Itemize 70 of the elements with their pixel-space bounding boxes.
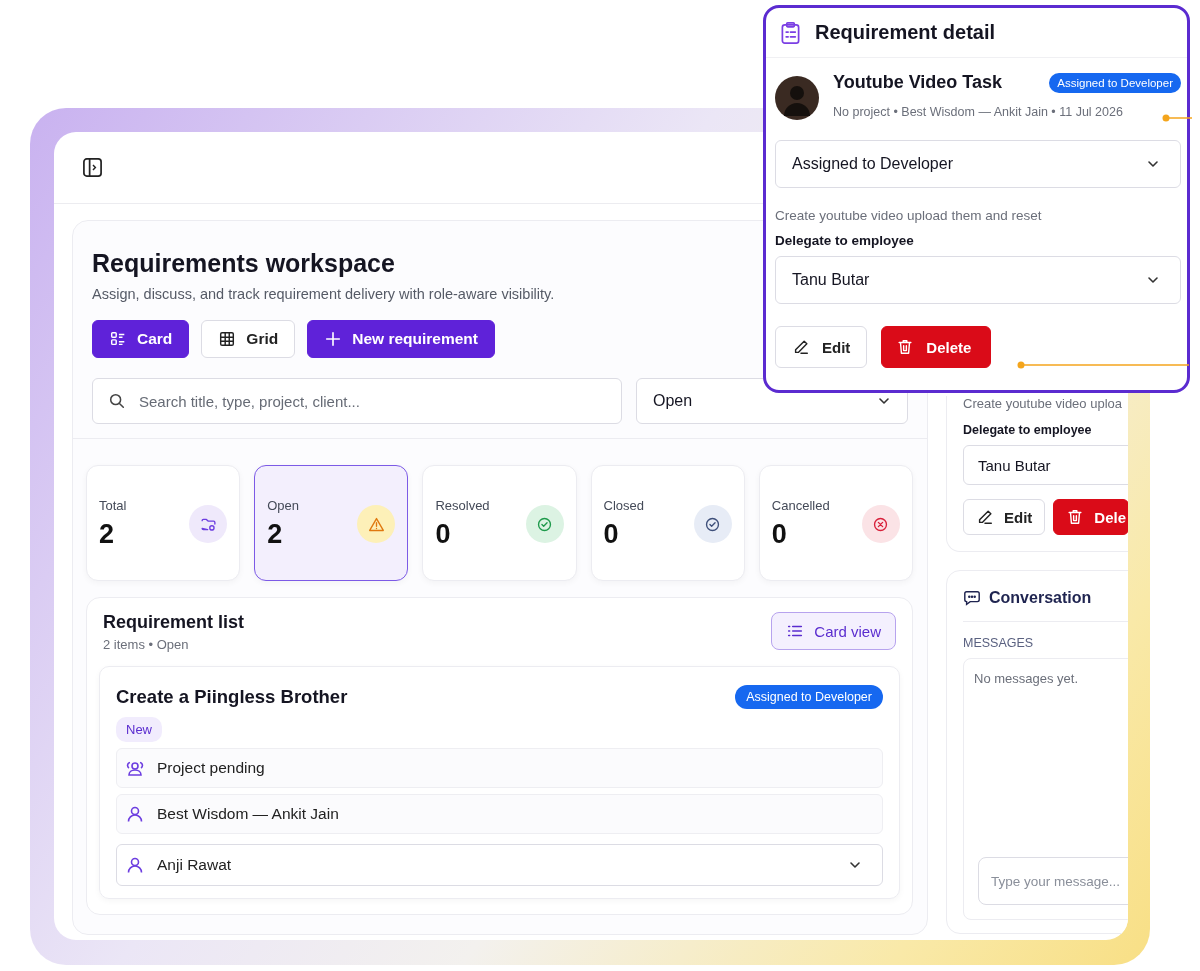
tag-label: New: [116, 717, 162, 742]
page-subtitle: Assign, discuss, and track requirement delivery with role-aware visibility.: [92, 286, 556, 302]
delete-button[interactable]: Delete: [881, 326, 992, 368]
row-text: Project pending: [157, 759, 265, 777]
stat-value: 2: [267, 519, 284, 550]
status-dropdown[interactable]: Assigned to Developer: [775, 140, 1181, 188]
stat-label: Resolved: [435, 498, 490, 513]
grid-icon: [218, 330, 237, 348]
stat-value: 2: [99, 519, 116, 550]
card-view-button[interactable]: Card view: [771, 612, 896, 650]
plus-icon: [324, 330, 343, 348]
row-text: Best Wisdom — Ankit Jain: [157, 805, 339, 823]
stat-label: Cancelled: [771, 498, 830, 513]
stat-label: Closed: [603, 498, 645, 513]
stat-card[interactable]: Cancelled 0: [758, 465, 913, 581]
assignee-dropdown[interactable]: Anji Rawat: [116, 844, 883, 886]
delegate-dropdown[interactable]: Tanu Butar: [963, 445, 1128, 485]
folder-icon: [189, 505, 228, 543]
stat-value: 0: [435, 519, 452, 550]
description-text: Create youtube video upload them and reset: [775, 208, 1043, 223]
trash-icon: [896, 338, 915, 356]
warning-icon: [357, 505, 396, 543]
delete-button[interactable]: Dele: [1053, 499, 1128, 535]
person-icon: [125, 804, 145, 824]
view-toggle-button[interactable]: Grid: [201, 320, 296, 358]
page-title: Requirements workspace: [92, 249, 396, 278]
pencil-icon: [792, 338, 810, 356]
status-badge: Assigned to Developer: [735, 685, 883, 709]
check-circle-icon: [693, 505, 732, 543]
edit-button[interactable]: Edit: [963, 499, 1046, 535]
leader-line: [1162, 114, 1192, 122]
section-summary: 2 items • Open: [103, 637, 190, 652]
trash-icon: [1066, 508, 1085, 526]
stat-label: Open: [267, 498, 299, 513]
stat-card[interactable]: Closed 0: [590, 465, 745, 581]
task-title: Youtube Video Task: [833, 72, 1003, 93]
popup-title: Requirement detail: [815, 21, 996, 44]
person-icon: [125, 855, 145, 875]
clipboard-icon: [780, 20, 801, 45]
requirement-title: Create a Piingless Brother: [116, 686, 348, 708]
empty-state-text: No messages yet.: [974, 671, 1080, 686]
task-meta: No project • Best Wisdom — Ankit Jain • 11 Jul 2026: [833, 105, 1124, 119]
sidebar-toggle-icon[interactable]: [82, 157, 103, 178]
stat-card[interactable]: Open 2: [254, 465, 409, 581]
stat-value: 0: [603, 519, 620, 550]
edit-button[interactable]: Edit: [775, 326, 868, 368]
chat-bubble-icon: [963, 589, 981, 607]
stat-card[interactable]: Total 2: [86, 465, 241, 581]
status-badge: Assigned to Developer: [1049, 72, 1181, 93]
cancel-circle-icon: [862, 505, 900, 543]
message-input[interactable]: Type your message...: [978, 857, 1128, 905]
description-text: Create youtube video uploa: [963, 396, 1123, 411]
messages-label: MESSAGES: [963, 636, 1035, 650]
search-icon: [108, 392, 126, 410]
section-title: Requirement list: [103, 612, 245, 633]
stat-value: 0: [771, 519, 788, 550]
requirement-card[interactable]: Create a Piingless Brother Assigned to Developer New Project pending Best Wisdom — Ankit Jain Anji Rawat: [99, 666, 900, 899]
stat-label: Total: [99, 498, 127, 513]
section-title: Conversation: [989, 589, 1092, 607]
stat-card[interactable]: Resolved 0: [422, 465, 577, 581]
check-circle-icon: [525, 505, 564, 543]
delegate-dropdown[interactable]: Tanu Butar: [775, 256, 1181, 304]
field-label: Delegate to employee: [775, 233, 915, 248]
new-requirement-button[interactable]: New requirement: [307, 320, 495, 358]
avatar-silhouette: [775, 76, 819, 120]
field-label: Delegate to employee: [963, 423, 1093, 437]
search-field[interactable]: Search title, type, project, client...: [92, 378, 622, 424]
list-icon: [109, 330, 127, 348]
view-toggle-button[interactable]: Card: [92, 320, 190, 358]
pencil-icon: [976, 508, 994, 526]
